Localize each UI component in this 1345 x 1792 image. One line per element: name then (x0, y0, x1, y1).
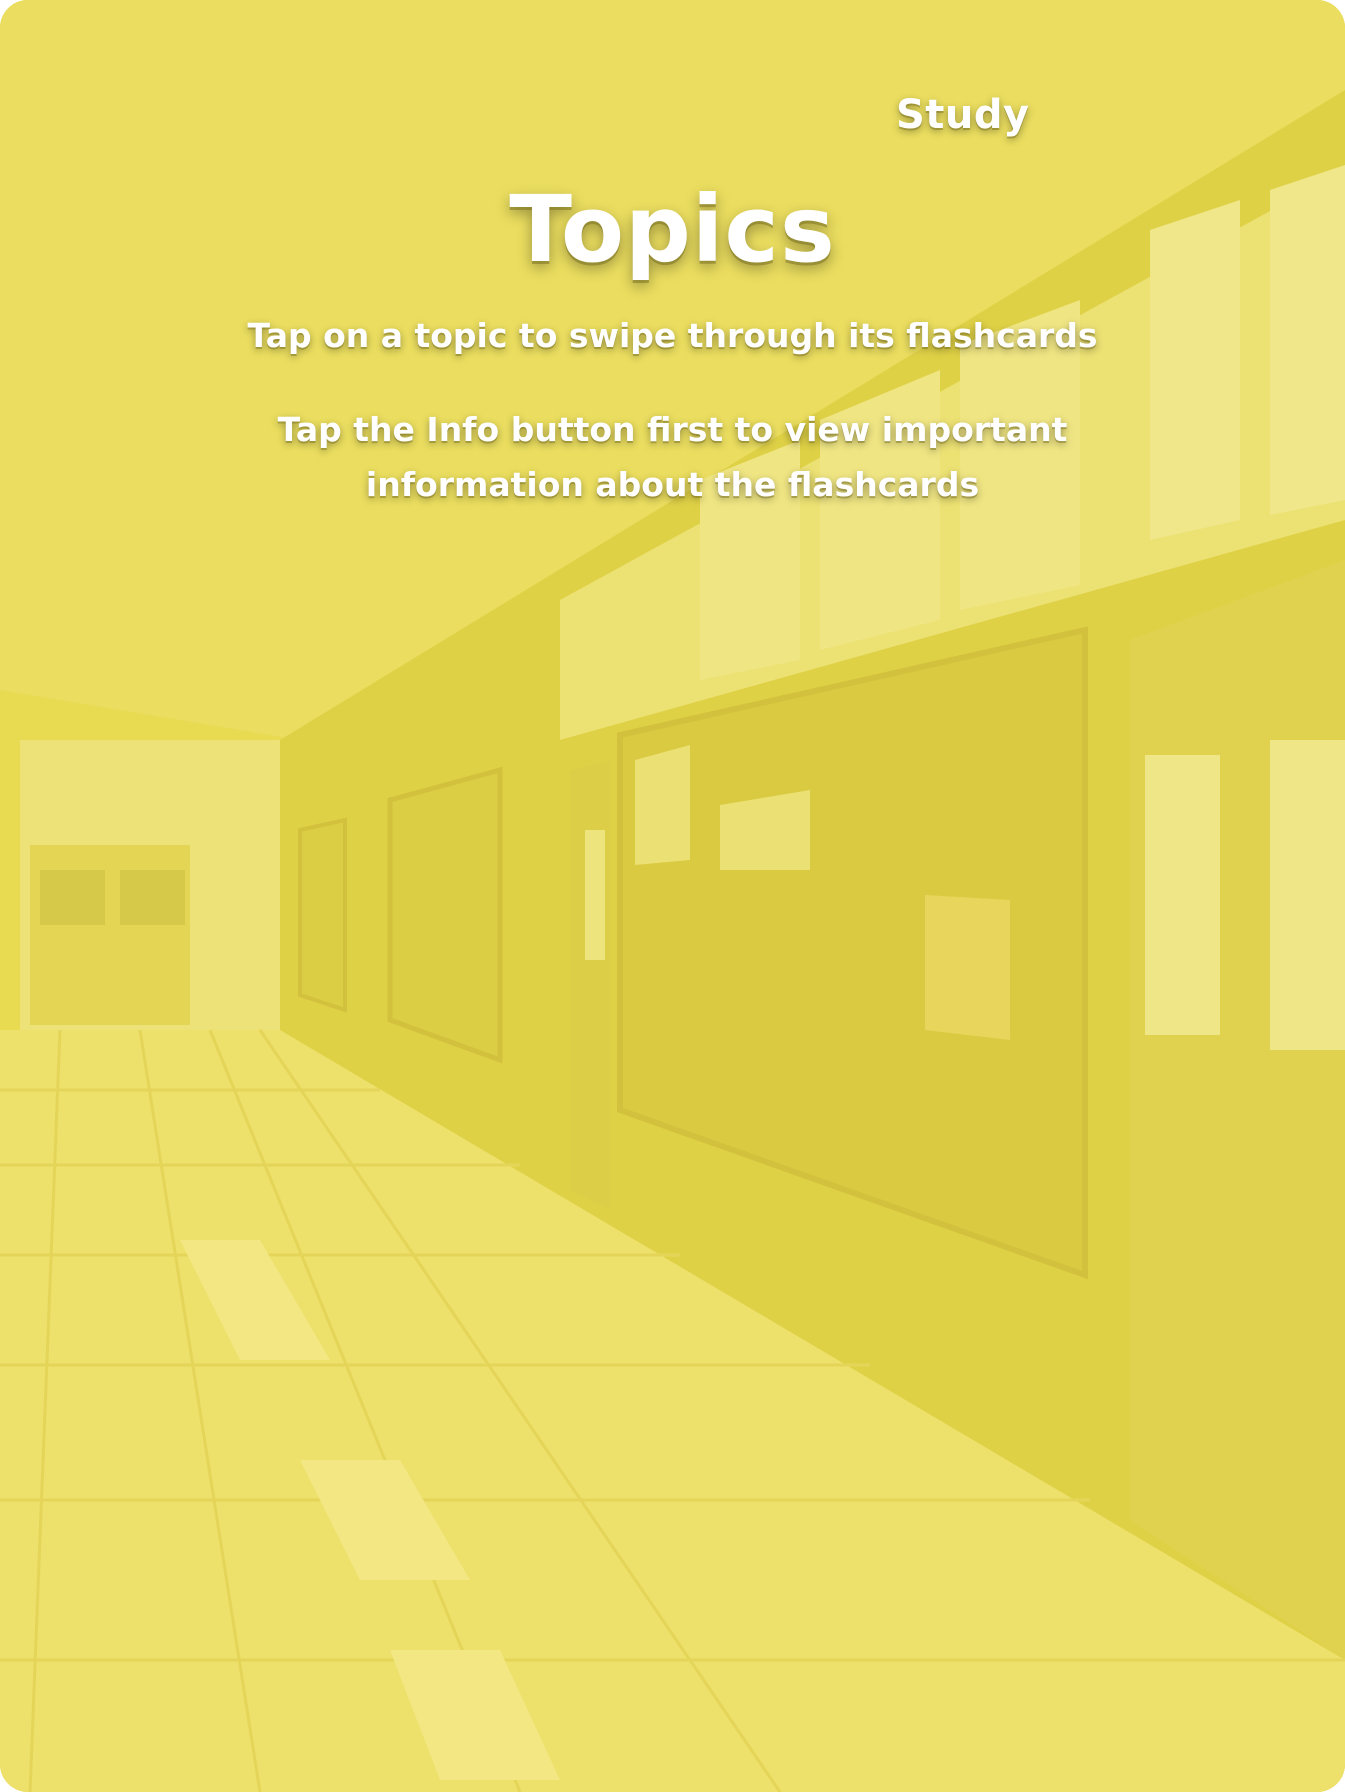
page-subtitle: Tap on a topic to swipe through its flas… (247, 316, 1098, 355)
app-screen: Study Topics Tap on a topic to swipe thr… (0, 0, 1345, 1792)
page-title: Topics (509, 176, 836, 283)
study-nav-button[interactable]: Study (880, 88, 1046, 142)
info-instruction-line-1: Tap the Info button first to view import… (277, 410, 1068, 449)
info-instruction-line-2: information about the flashcards (365, 465, 980, 504)
